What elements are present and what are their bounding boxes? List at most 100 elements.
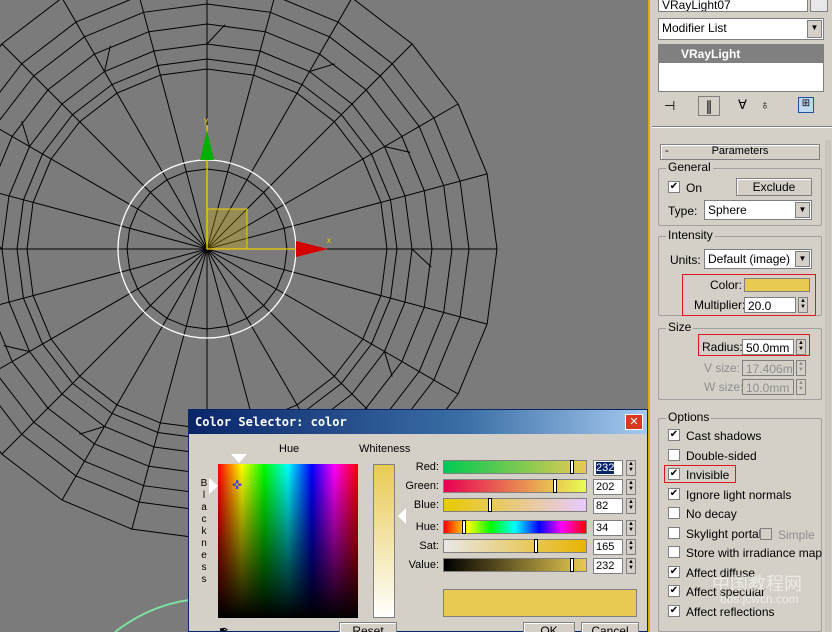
slider-thumb[interactable]	[553, 479, 557, 493]
slider-value-field[interactable]: 232	[593, 558, 623, 574]
option-checkbox[interactable]	[668, 527, 680, 539]
wsize-spinner[interactable]: ▲ ▼	[796, 379, 806, 395]
pin-stack-icon[interactable]: ⊣	[664, 98, 675, 114]
vsize-field[interactable]: 17.406mm	[742, 360, 794, 376]
vsize-spinner[interactable]: ▲ ▼	[796, 360, 806, 376]
transform-plane-handle	[206, 208, 248, 250]
remove-modifier-icon[interactable]: ♁	[760, 97, 770, 112]
option-checkbox[interactable]	[668, 507, 680, 519]
wsize-field[interactable]: 10.0mm	[742, 379, 794, 395]
color-slider[interactable]	[443, 558, 587, 572]
slider-thumb[interactable]	[570, 460, 574, 474]
green-object-edge	[114, 599, 191, 632]
panel-scrollbar[interactable]	[825, 140, 831, 632]
size-title: Size	[666, 320, 694, 334]
option-label: Ignore light normals	[686, 488, 792, 502]
color-slider[interactable]	[443, 520, 587, 534]
radius-field[interactable]: 50.0mm	[742, 339, 794, 355]
type-label: Type:	[668, 204, 698, 218]
type-value: Sphere	[708, 203, 747, 217]
configure-modifier-sets-icon[interactable]: ⊞	[798, 97, 814, 113]
slider-thumb[interactable]	[488, 498, 492, 512]
option-checkbox[interactable]: ✔	[668, 429, 680, 441]
general-title: General	[666, 160, 713, 174]
hue-blackness-picker[interactable]: ✜	[218, 464, 358, 618]
units-dropdown[interactable]: Default (image) ▼	[704, 249, 812, 269]
option-checkbox[interactable]: ✔	[668, 566, 680, 578]
color-slider[interactable]	[443, 479, 587, 493]
color-slider[interactable]	[443, 460, 587, 474]
slider-value-field[interactable]: 82	[593, 498, 623, 514]
parameters-rollout-header[interactable]: - Parameters	[660, 144, 820, 160]
object-color-swatch[interactable]	[810, 0, 828, 12]
slider-value-field[interactable]: 165	[593, 539, 623, 555]
slider-value-field[interactable]: 34	[593, 520, 623, 536]
option-checkbox[interactable]	[668, 449, 680, 461]
chevron-down-icon: ▼	[795, 251, 810, 267]
make-unique-icon[interactable]: ∀	[738, 97, 747, 113]
slider-value: 232	[596, 560, 615, 572]
blackness-label: B l a c k n e s s	[200, 478, 208, 585]
ok-button[interactable]: OK	[523, 622, 575, 632]
rollout-toggle: -	[665, 145, 669, 157]
multiplier-label: Multiplier:	[694, 298, 746, 312]
hue-pointer-icon[interactable]	[231, 454, 247, 463]
reset-button[interactable]: Reset	[339, 622, 397, 632]
separator	[652, 126, 832, 128]
option-label: No decay	[686, 507, 737, 521]
chevron-down-icon: ▼	[795, 202, 810, 218]
slider-value: 232	[596, 462, 615, 474]
slider-label: Red:	[415, 461, 439, 473]
slider-spinner[interactable]: ▲ ▼	[626, 460, 636, 476]
options-title: Options	[666, 410, 712, 424]
slider-thumb[interactable]	[534, 539, 538, 553]
crosshair-icon: ✜	[232, 478, 243, 492]
option-checkbox[interactable]: ✔	[668, 488, 680, 500]
y-axis-arrow	[200, 130, 214, 160]
slider-spinner[interactable]: ▲ ▼	[626, 498, 636, 514]
dialog-title: Color Selector: color	[189, 410, 647, 434]
slider-thumb[interactable]	[462, 520, 466, 534]
wsize-label: W size:	[704, 380, 744, 394]
exclude-button[interactable]: Exclude	[736, 178, 812, 196]
simple-checkbox[interactable]	[760, 528, 772, 540]
light-color-swatch[interactable]	[744, 278, 810, 292]
multiplier-field[interactable]: 20.0	[744, 297, 796, 313]
simple-label: Simple	[778, 528, 815, 542]
close-icon[interactable]: ✕	[625, 414, 643, 430]
modifier-stack-item[interactable]: VRayLight	[659, 45, 823, 63]
option-checkbox[interactable]: ✔	[668, 585, 680, 597]
blackness-pointer-icon[interactable]	[209, 478, 218, 494]
slider-value-field[interactable]: 202	[593, 479, 623, 495]
slider-value: 34	[596, 522, 609, 534]
multiplier-spinner[interactable]: ▲ ▼	[798, 297, 808, 313]
slider-spinner[interactable]: ▲ ▼	[626, 539, 636, 555]
show-end-result-icon[interactable]: ∥	[698, 96, 720, 116]
color-preview-swatch	[443, 589, 637, 617]
color-label: Color:	[710, 278, 743, 292]
slider-spinner[interactable]: ▲ ▼	[626, 558, 636, 574]
slider-value-field[interactable]: 232	[593, 460, 623, 476]
on-label: On	[686, 181, 703, 195]
slider-value: 82	[596, 500, 609, 512]
slider-spinner[interactable]: ▲ ▼	[626, 520, 636, 536]
slider-thumb[interactable]	[570, 558, 574, 572]
on-checkbox[interactable]: ✔	[668, 181, 680, 193]
option-checkbox[interactable]: ✔	[668, 605, 680, 617]
wireframe-edge	[206, 24, 226, 45]
modifier-list-label: Modifier List	[662, 21, 727, 35]
slider-spinner[interactable]: ▲ ▼	[626, 479, 636, 495]
cancel-button[interactable]: Cancel	[581, 622, 639, 632]
modifier-list-dropdown[interactable]: Modifier List ▼	[658, 18, 824, 40]
option-label: Affect reflections	[686, 605, 775, 619]
type-dropdown[interactable]: Sphere ▼	[704, 200, 812, 220]
object-name-field[interactable]: VRayLight07	[658, 0, 808, 12]
hue-header: Hue	[279, 443, 300, 455]
whiteness-header: Whiteness	[359, 443, 411, 455]
color-slider[interactable]	[443, 539, 587, 553]
color-slider[interactable]	[443, 498, 587, 512]
eyedropper-icon[interactable]: ✒	[219, 623, 229, 632]
units-value: Default (image)	[708, 252, 791, 266]
radius-spinner[interactable]: ▲ ▼	[796, 339, 806, 355]
option-checkbox[interactable]	[668, 546, 680, 558]
